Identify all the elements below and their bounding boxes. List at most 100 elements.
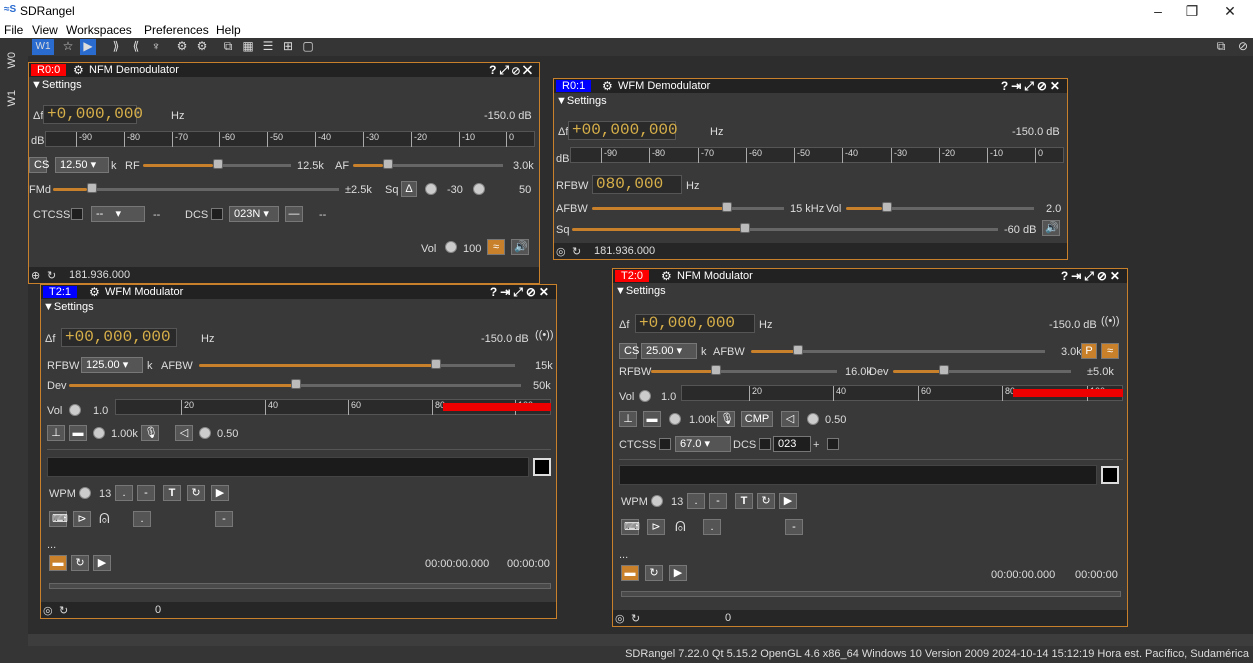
open-file-icon[interactable]: ▬ bbox=[49, 555, 67, 571]
microphone-icon[interactable]: 🎙 bbox=[717, 411, 735, 427]
volume-dial[interactable] bbox=[639, 390, 651, 402]
rf-slider[interactable] bbox=[213, 159, 223, 169]
morse-text-input[interactable] bbox=[47, 457, 529, 477]
ctcss-checkbox[interactable] bbox=[71, 208, 83, 220]
refresh-icon[interactable]: ↻ bbox=[572, 245, 581, 258]
loop-icon[interactable]: ↻ bbox=[187, 485, 205, 501]
settings-toggle[interactable]: ▼Settings bbox=[31, 79, 82, 91]
gear-icon[interactable]: ⚙ bbox=[89, 285, 100, 299]
menu-view[interactable]: View bbox=[32, 23, 58, 37]
volume-dial[interactable] bbox=[445, 241, 457, 253]
refresh-icon[interactable]: ↻ bbox=[47, 269, 56, 282]
frequency-dial[interactable]: +00,000,000 bbox=[568, 121, 678, 140]
text-button[interactable]: T bbox=[735, 493, 753, 509]
window-buttons[interactable]: ?⇥⤢⊘✕ bbox=[1061, 269, 1123, 284]
settings-toggle[interactable]: ▼Settings bbox=[615, 285, 666, 297]
window-buttons[interactable]: ?⇥⤢⊘✕ bbox=[490, 285, 552, 300]
wpm-dial[interactable] bbox=[651, 495, 663, 507]
af-slider[interactable] bbox=[383, 159, 393, 169]
add-rx-channel-icon[interactable]: ⟫ bbox=[108, 39, 124, 55]
dcs-select[interactable]: 023N ▾ bbox=[229, 206, 279, 222]
tone-frequency-dial[interactable] bbox=[669, 413, 681, 425]
audio-mute-icon[interactable]: 🔊 bbox=[511, 239, 529, 255]
highpass-filter-icon[interactable]: ≈ bbox=[1101, 343, 1119, 359]
refresh-icon[interactable]: ↻ bbox=[59, 604, 68, 617]
mouse-dash-button[interactable]: - bbox=[215, 511, 233, 527]
gear-icon[interactable]: ⚙ bbox=[602, 79, 613, 93]
maximize-button[interactable]: ❐ bbox=[1175, 0, 1209, 22]
wpm-dial[interactable] bbox=[79, 487, 91, 499]
channel-index-badge[interactable]: T2:1 bbox=[43, 286, 78, 298]
tile-icon[interactable]: ▦ bbox=[240, 39, 256, 55]
dash-button[interactable]: - bbox=[709, 493, 727, 509]
rfbw-dial[interactable]: 080,000 bbox=[592, 175, 682, 194]
dcs-checkbox[interactable] bbox=[211, 208, 223, 220]
dcs-checkbox[interactable] bbox=[759, 438, 771, 450]
minimize-button[interactable]: – bbox=[1141, 0, 1175, 22]
squelch-delay-dial[interactable] bbox=[473, 183, 485, 195]
play-icon[interactable]: ▶ bbox=[211, 485, 229, 501]
file-seek-slider[interactable] bbox=[49, 583, 551, 589]
dcs-positive-toggle[interactable]: — bbox=[285, 206, 303, 222]
play-file-icon[interactable]: ▶ bbox=[93, 555, 111, 571]
dash-button[interactable]: - bbox=[137, 485, 155, 501]
feature2-icon[interactable]: ⚙ bbox=[194, 39, 210, 55]
undock-icon[interactable]: ⧉ bbox=[1213, 39, 1229, 55]
tone-icon[interactable]: ⊥ bbox=[47, 425, 65, 441]
ctcss-select[interactable]: -- ▾ bbox=[91, 206, 145, 222]
dev-slider[interactable] bbox=[291, 379, 301, 389]
add-mimo-icon[interactable]: ♆ bbox=[148, 39, 164, 55]
center-icon[interactable]: ◎ bbox=[556, 245, 566, 258]
rfbw-slider[interactable] bbox=[711, 365, 721, 375]
split-icon[interactable]: ⊞ bbox=[280, 39, 296, 55]
key-icon[interactable]: ⊳ bbox=[73, 511, 91, 527]
channel-index-badge[interactable]: R0:0 bbox=[31, 64, 67, 76]
menu-workspaces[interactable]: Workspaces bbox=[66, 23, 132, 37]
mouse-dot-button[interactable]: . bbox=[703, 519, 721, 535]
tone-frequency-dial[interactable] bbox=[93, 427, 105, 439]
center-icon[interactable]: ◎ bbox=[615, 612, 625, 625]
antenna-icon[interactable]: ((•)) bbox=[1101, 315, 1120, 327]
tab-w0[interactable]: W0 bbox=[6, 52, 18, 69]
tab-w1[interactable]: W1 bbox=[6, 90, 18, 107]
workspace-button[interactable]: W1 bbox=[32, 39, 54, 55]
feedback-icon[interactable]: ◁ bbox=[781, 411, 799, 427]
stack-icon[interactable]: ☰ bbox=[260, 39, 276, 55]
audio-mute-icon[interactable]: 🔊 bbox=[1042, 220, 1060, 236]
loop-icon[interactable]: ↻ bbox=[757, 493, 775, 509]
center-icon[interactable]: ⊕ bbox=[31, 269, 40, 282]
dev-slider[interactable] bbox=[939, 365, 949, 375]
highpass-filter-icon[interactable]: ≈ bbox=[487, 239, 505, 255]
fmd-slider[interactable] bbox=[87, 183, 97, 193]
frequency-dial[interactable]: +0,000,000 bbox=[635, 314, 755, 333]
volume-slider[interactable] bbox=[882, 202, 892, 212]
afbw-slider[interactable] bbox=[722, 202, 732, 212]
channel-index-badge[interactable]: T2:0 bbox=[615, 270, 650, 282]
window-buttons[interactable]: ?⤢⊘✕ bbox=[489, 63, 535, 78]
dcs-positive-checkbox[interactable] bbox=[827, 438, 839, 450]
favorite-icon[interactable]: ☆ bbox=[60, 39, 76, 55]
feedback-gain-dial[interactable] bbox=[199, 427, 211, 439]
center-icon[interactable]: ◎ bbox=[43, 604, 53, 617]
play-icon[interactable]: ▶ bbox=[80, 39, 96, 55]
channel-index-badge[interactable]: R0:1 bbox=[556, 80, 592, 92]
gear-icon[interactable]: ⚙ bbox=[661, 269, 672, 283]
microphone-icon[interactable]: 🎙 bbox=[141, 425, 159, 441]
cs-select[interactable]: 25.00 ▾ bbox=[641, 343, 697, 359]
mouse-icon[interactable]: ⍝ bbox=[99, 507, 110, 528]
color-swatch[interactable] bbox=[533, 458, 551, 476]
dcs-code-input[interactable]: 023 bbox=[773, 436, 811, 452]
afbw-slider[interactable] bbox=[793, 345, 803, 355]
afbw-slider[interactable] bbox=[431, 359, 441, 369]
menu-preferences[interactable]: Preferences bbox=[144, 23, 209, 37]
ctcss-checkbox[interactable] bbox=[659, 438, 671, 450]
menu-help[interactable]: Help bbox=[216, 23, 241, 37]
ctcss-select[interactable]: 67.0 ▾ bbox=[675, 436, 731, 452]
cs-select[interactable]: 12.50 ▾ bbox=[55, 157, 109, 173]
delta-squelch-button[interactable]: Δ bbox=[401, 181, 417, 197]
horizontal-scrollbar[interactable] bbox=[28, 634, 1253, 646]
squelch-dial[interactable] bbox=[425, 183, 437, 195]
morse-icon[interactable]: ▬ bbox=[643, 411, 661, 427]
loop-file-icon[interactable]: ↻ bbox=[645, 565, 663, 581]
settings-toggle[interactable]: ▼Settings bbox=[43, 301, 94, 313]
